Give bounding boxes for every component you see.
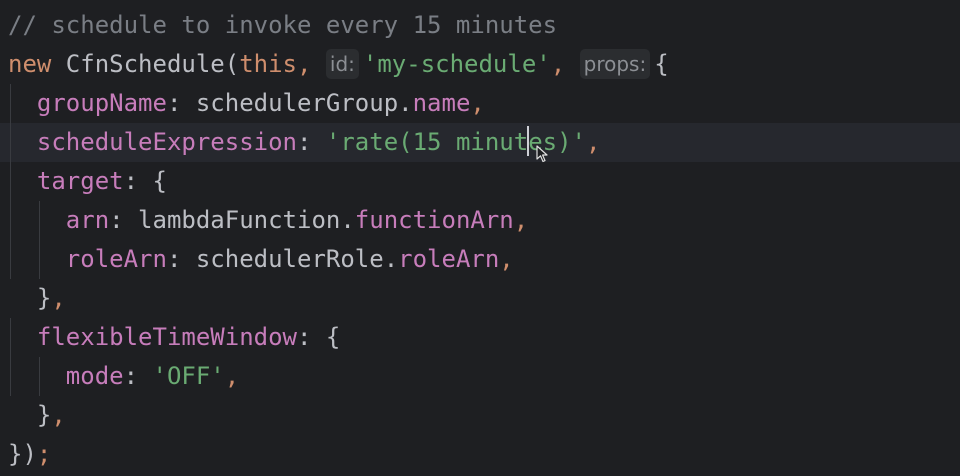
- code-token: 'my-schedule': [362, 50, 551, 78]
- indent-guide: [10, 240, 11, 279]
- code-token: roleArn: [398, 245, 500, 273]
- code-token: target: [36, 167, 124, 195]
- code-token: new: [8, 50, 66, 78]
- code-token: flexibleTimeWindow: [36, 323, 297, 351]
- code-token: scheduleExpression: [36, 128, 297, 156]
- code-line[interactable]: groupName: schedulerGroup.name,: [0, 84, 960, 123]
- code-line[interactable]: },: [0, 279, 960, 318]
- code-token: ,: [470, 89, 485, 117]
- parameter-hint: props:: [579, 49, 651, 79]
- indent-guide: [38, 357, 40, 396]
- code-token: mode: [65, 362, 124, 390]
- code-token: ;: [36, 440, 52, 468]
- code-token: 'rate(15 minut: [325, 128, 529, 156]
- code-token: ,: [499, 245, 514, 273]
- indent-guide: [10, 357, 11, 396]
- code-line[interactable]: new CfnSchedule(this, id:'my-schedule', …: [0, 45, 960, 84]
- code-token: ,: [586, 128, 601, 156]
- code-token: ,: [51, 284, 66, 312]
- code-line[interactable]: arn: lambdaFunction.functionArn,: [0, 201, 960, 240]
- code-token: functionArn: [354, 206, 514, 234]
- code-token: ,: [296, 50, 326, 78]
- code-token: : schedulerRole.: [166, 245, 399, 273]
- indent-guide: [10, 201, 11, 240]
- code-line[interactable]: mode: 'OFF',: [0, 357, 960, 396]
- code-line[interactable]: target: {: [0, 162, 960, 201]
- code-token: }: [8, 284, 52, 312]
- code-line[interactable]: scheduleExpression: 'rate(15 minutes)',: [0, 123, 960, 162]
- code-line[interactable]: // schedule to invoke every 15 minutes: [0, 6, 960, 45]
- code-token: roleArn: [65, 245, 167, 273]
- code-token: name: [412, 89, 471, 117]
- indent-guide: [10, 162, 11, 201]
- indent-guide: [10, 123, 11, 162]
- code-token: ,: [224, 362, 240, 390]
- code-token: ,: [550, 50, 580, 78]
- code-token: }: [8, 401, 52, 429]
- code-token: // schedule to invoke every 15 minutes: [8, 11, 558, 39]
- code-line[interactable]: roleArn: schedulerRole.roleArn,: [0, 240, 960, 279]
- mouse-pointer-icon: [536, 145, 548, 163]
- code-token: this: [239, 50, 297, 78]
- parameter-hint: id:: [325, 49, 359, 79]
- code-token: ,: [513, 206, 529, 234]
- indent-guide: [10, 318, 11, 357]
- code-token: :: [297, 128, 326, 156]
- indent-guide: [38, 240, 40, 279]
- code-token: groupName: [36, 89, 167, 117]
- code-editor[interactable]: // schedule to invoke every 15 minutes ne…: [0, 0, 960, 476]
- code-token: :: [123, 362, 153, 390]
- code-token: : {: [123, 167, 167, 195]
- code-token: : {: [297, 323, 341, 351]
- code-token: arn: [65, 206, 110, 234]
- indent-guide: [38, 201, 40, 240]
- code-line[interactable]: },: [0, 396, 960, 435]
- code-token: {: [654, 50, 669, 78]
- code-line[interactable]: });: [0, 435, 960, 474]
- indent-guide: [10, 84, 11, 123]
- code-line[interactable]: flexibleTimeWindow: {: [0, 318, 960, 357]
- code-token: 'OFF': [152, 362, 225, 390]
- code-token: : schedulerGroup.: [166, 89, 413, 117]
- code-token: ,: [51, 401, 66, 429]
- code-token: }): [8, 440, 37, 468]
- code-token: CfnSchedule(: [65, 50, 240, 78]
- code-token: : lambdaFunction.: [109, 206, 355, 234]
